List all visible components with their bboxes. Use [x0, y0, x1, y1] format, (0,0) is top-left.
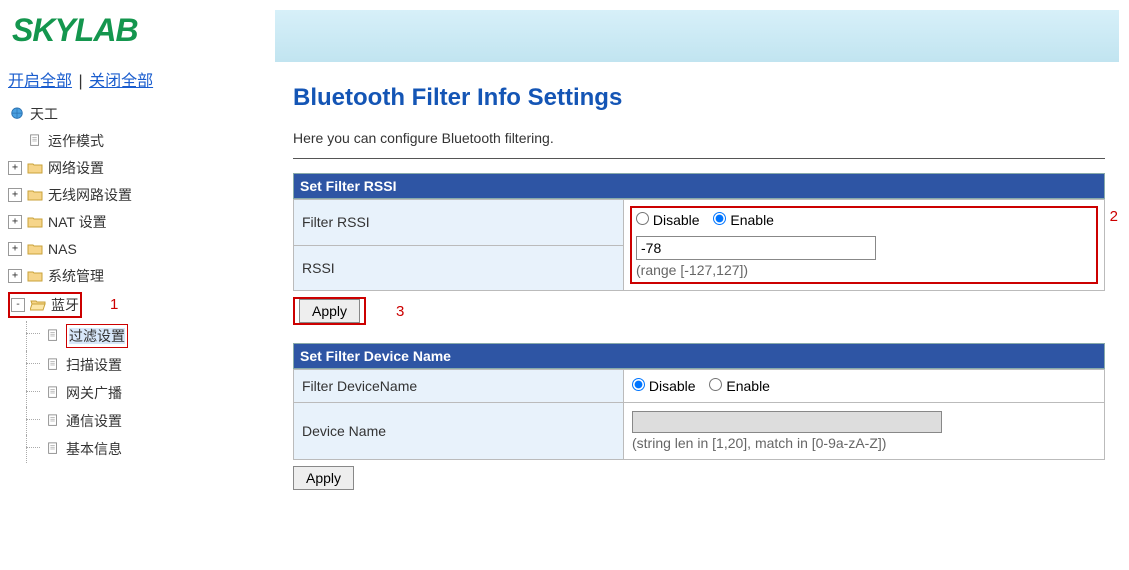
devicename-enable-radio[interactable]: Enable: [709, 378, 769, 394]
rssi-section-header: Set Filter RSSI: [293, 173, 1105, 199]
tree-item-nat[interactable]: + NAT 设置: [8, 209, 257, 235]
rssi-input[interactable]: [636, 236, 876, 260]
devicename-apply-button[interactable]: Apply: [293, 466, 354, 490]
tree-item-gateway-broadcast[interactable]: 网关广播: [44, 379, 257, 407]
nav-tree: 天工 运作模式 + 网络设置 + 无线网路设置 + NAT 设置: [8, 101, 257, 463]
close-all-link[interactable]: 关闭全部: [89, 73, 153, 90]
rssi-enable-radio[interactable]: Enable: [713, 212, 773, 228]
expand-icon[interactable]: +: [8, 215, 22, 229]
rssi-disable-radio[interactable]: Disable: [636, 212, 700, 228]
folder-icon: [26, 160, 44, 176]
expand-icon[interactable]: +: [8, 242, 22, 256]
collapse-icon[interactable]: -: [11, 298, 25, 312]
tree-item-wireless[interactable]: + 无线网路设置: [8, 182, 257, 208]
tree-item-network[interactable]: + 网络设置: [8, 155, 257, 181]
folder-icon: [26, 214, 44, 230]
tree-item-comm-settings[interactable]: 通信设置: [44, 407, 257, 435]
page-desc: Here you can configure Bluetooth filteri…: [293, 130, 1105, 146]
tree-item-sysadmin[interactable]: + 系统管理: [8, 263, 257, 289]
folder-icon: [26, 268, 44, 284]
page-icon: [44, 357, 62, 373]
logo: SKYLAB: [12, 12, 257, 49]
open-all-link[interactable]: 开启全部: [8, 73, 72, 90]
tree-item-basic-info[interactable]: 基本信息: [44, 435, 257, 463]
devicename-table: Filter DeviceName Disable Enable Device …: [293, 369, 1105, 460]
page-icon: [44, 413, 62, 429]
rssi-apply-button[interactable]: Apply: [299, 299, 360, 323]
tree-item-opmode[interactable]: 运作模式: [8, 128, 257, 154]
tree-item-bluetooth[interactable]: - 蓝牙 1: [8, 290, 257, 320]
devicename-input[interactable]: [632, 411, 942, 433]
folder-icon: [26, 187, 44, 203]
annotation-2: 2: [1110, 208, 1118, 280]
folder-icon: [26, 241, 44, 257]
tree-item-scan-settings[interactable]: 扫描设置: [44, 351, 257, 379]
annotation-3: 3: [396, 303, 404, 320]
devicename-hint: (string len in [1,20], match in [0-9a-zA…: [632, 435, 1096, 451]
devicename-value-label: Device Name: [294, 403, 624, 460]
rssi-value-label: RSSI: [294, 245, 624, 291]
main-content: Bluetooth Filter Info Settings Here you …: [265, 60, 1129, 508]
devicename-section-header: Set Filter Device Name: [293, 343, 1105, 369]
annotation-1: 1: [110, 294, 118, 316]
tree-root-item[interactable]: 天工: [8, 101, 257, 127]
globe-icon: [8, 106, 26, 122]
expand-icon[interactable]: +: [8, 269, 22, 283]
rssi-table: Filter RSSI Disable Enable (range [-127,…: [293, 199, 1105, 291]
page-icon: [44, 328, 62, 344]
tree-controls: 开启全部 | 关闭全部: [8, 67, 257, 91]
tree-item-nas[interactable]: + NAS: [8, 236, 257, 262]
filter-devicename-label: Filter DeviceName: [294, 370, 624, 403]
sidebar: SKYLAB 开启全部 | 关闭全部 天工 运作模式 + 网络设置 +: [0, 0, 265, 508]
page-icon: [44, 385, 62, 401]
rssi-hint: (range [-127,127]): [636, 262, 1092, 278]
rssi-apply-highlight: Apply: [293, 297, 366, 325]
folder-open-icon: [29, 297, 47, 313]
rssi-highlight-box: Disable Enable (range [-127,127]) 2: [630, 206, 1098, 284]
devicename-disable-radio[interactable]: Disable: [632, 378, 696, 394]
page-title: Bluetooth Filter Info Settings: [293, 84, 1105, 112]
page-icon: [26, 133, 44, 149]
expand-icon[interactable]: +: [8, 161, 22, 175]
page-icon: [44, 441, 62, 457]
tree-item-filter-settings[interactable]: 过滤设置: [44, 321, 257, 351]
filter-rssi-label: Filter RSSI: [294, 200, 624, 246]
expand-icon[interactable]: +: [8, 188, 22, 202]
